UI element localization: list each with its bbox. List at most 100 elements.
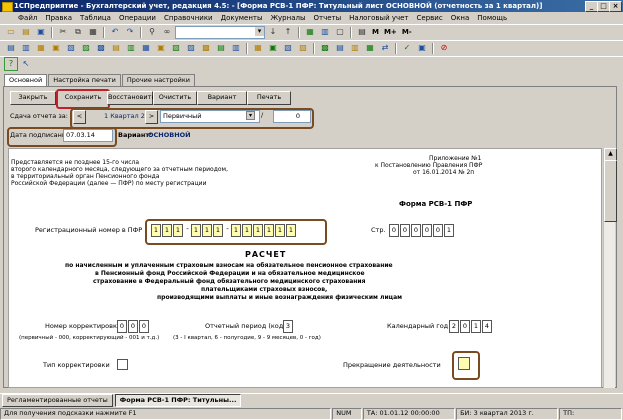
menu-documents[interactable]: Документы xyxy=(217,14,267,22)
find-icon[interactable]: ⚲ xyxy=(145,25,159,39)
menu-help[interactable]: Помощь xyxy=(473,14,511,22)
cash-icon[interactable]: ▧ xyxy=(169,41,183,55)
menu-windows[interactable]: Окна xyxy=(447,14,474,22)
taxes-icon[interactable]: ▧ xyxy=(281,41,295,55)
cards-icon[interactable]: ▤ xyxy=(109,41,123,55)
restore-button[interactable]: Восстановить xyxy=(107,91,155,105)
m-button[interactable]: M xyxy=(370,28,381,36)
memo-icon[interactable]: ▢ xyxy=(333,25,347,39)
search-combo[interactable] xyxy=(175,25,265,39)
menu-file[interactable]: Файл xyxy=(14,14,41,22)
report-type-select[interactable]: Первичный xyxy=(160,110,260,123)
report-period-hint: (3 - I квартал, 6 - полугодие, 9 - 9 мес… xyxy=(173,335,321,341)
window-tabs: Регламентированные отчеты Форма РСВ-1 ПФ… xyxy=(0,393,623,407)
binoculars-icon[interactable]: ∞ xyxy=(160,25,174,39)
close-button[interactable]: Закрыть xyxy=(10,91,56,105)
cut-icon[interactable]: ✂ xyxy=(56,25,70,39)
warehouse-icon[interactable]: ▥ xyxy=(229,41,243,55)
menu-journals[interactable]: Журналы xyxy=(267,14,310,22)
find-next-icon[interactable]: ↓ xyxy=(266,25,280,39)
period-slash: / xyxy=(261,111,264,119)
catalog-icon[interactable]: ▤ xyxy=(4,41,18,55)
status-num: NUM xyxy=(332,407,362,420)
menu-service[interactable]: Сервис xyxy=(413,14,447,22)
sign-date-field[interactable]: 07.03.14 xyxy=(63,129,113,142)
variant-button[interactable]: Вариант xyxy=(197,91,247,105)
notes-icon[interactable]: ▤ xyxy=(333,41,347,55)
menu-reports[interactable]: Отчеты xyxy=(310,14,346,22)
submission-note-line-2: второго календарного месяца, следующего … xyxy=(11,166,228,173)
archive-icon[interactable]: ▥ xyxy=(348,41,362,55)
copy-icon[interactable]: ⧉ xyxy=(71,25,85,39)
save-icon[interactable]: ▣ xyxy=(34,25,48,39)
check-icon[interactable]: ✓ xyxy=(400,41,414,55)
window-title: 1СПредприятие - Бухгалтерский учет, реда… xyxy=(14,2,543,10)
settings-icon[interactable]: ▣ xyxy=(154,41,168,55)
journal-icon[interactable]: ▦ xyxy=(34,41,48,55)
correction-type-box[interactable] xyxy=(117,359,128,370)
print-button[interactable]: Печать xyxy=(247,91,291,105)
exchange-icon[interactable]: ⇄ xyxy=(378,41,392,55)
submission-note-line-4: Российской Федерации (далее — ПФР) по ме… xyxy=(11,180,207,187)
window-tab-regulated-reports[interactable]: Регламентированные отчеты xyxy=(2,393,113,407)
tab-main[interactable]: Основной xyxy=(4,74,48,86)
find-prev-icon[interactable]: ↑ xyxy=(281,25,295,39)
report-type-dropdown-icon[interactable]: ▾ xyxy=(246,111,255,120)
m-minus-button[interactable]: M- xyxy=(400,28,414,36)
menu-table[interactable]: Таблица xyxy=(76,14,115,22)
correction-label: Номер корректировки xyxy=(45,322,122,330)
services-icon[interactable]: ▦ xyxy=(251,41,265,55)
m-plus-button[interactable]: M+ xyxy=(382,28,399,36)
correction-cells[interactable]: 000 xyxy=(117,320,150,333)
report-icon[interactable]: ▨ xyxy=(79,41,93,55)
tab-print-settings[interactable]: Настройка печати xyxy=(48,74,121,86)
stop-icon[interactable]: ⊘ xyxy=(437,41,451,55)
operations-icon[interactable]: ▧ xyxy=(64,41,78,55)
calculator-icon[interactable]: ▥ xyxy=(318,25,332,39)
menu-tax[interactable]: Налоговый учет xyxy=(345,14,412,22)
bank-icon[interactable]: ▨ xyxy=(184,41,198,55)
clear-button[interactable]: Очистить xyxy=(153,91,197,105)
new-icon[interactable]: ▭ xyxy=(4,25,18,39)
documents-icon[interactable]: ▣ xyxy=(49,41,63,55)
document-scrollbar[interactable]: ▲ xyxy=(603,148,617,388)
period-prev-button[interactable]: < xyxy=(73,110,86,124)
menu-operations[interactable]: Операции xyxy=(115,14,160,22)
help-icon[interactable]: ? xyxy=(4,56,18,71)
sales-icon[interactable]: ▤ xyxy=(214,41,228,55)
menu-catalogs[interactable]: Справочники xyxy=(160,14,217,22)
toolbar-accounting: ▤ ▥ ▦ ▣ ▧ ▨ ▩ ▤ ▥ ▦ ▣ ▧ ▨ ▩ ▤ ▥ ▦ ▣ ▧ ▨ … xyxy=(0,40,623,55)
paste-icon[interactable]: ▦ xyxy=(86,25,100,39)
correction-number-field[interactable]: 0 xyxy=(273,110,311,123)
period-next-button[interactable]: > xyxy=(145,110,158,124)
calendar-icon[interactable]: ▦ xyxy=(303,25,317,39)
year-cells[interactable]: 2014 xyxy=(449,320,493,333)
open-icon[interactable]: ▤ xyxy=(19,25,33,39)
termination-box[interactable] xyxy=(458,357,470,370)
undo-icon[interactable]: ↶ xyxy=(108,25,122,39)
report-period-label: Отчетный период (код) xyxy=(205,322,286,330)
font-icon[interactable]: ▤ xyxy=(355,25,369,39)
monitor-icon[interactable]: ▦ xyxy=(363,41,377,55)
chart-of-accounts-icon[interactable]: ▥ xyxy=(19,41,33,55)
close-window-button[interactable]: × xyxy=(609,1,622,12)
turnover-icon[interactable]: ▦ xyxy=(139,41,153,55)
report-period-cell[interactable]: 3 xyxy=(283,320,294,333)
save-button[interactable]: Сохранить xyxy=(56,89,110,109)
calc-line-5: производящими выплаты и иные вознагражде… xyxy=(157,294,403,301)
assets-icon[interactable]: ▨ xyxy=(296,41,310,55)
window-tab-rsv1-form[interactable]: Форма РСВ-1 ПФР: Титульны... xyxy=(114,393,242,407)
purchase-icon[interactable]: ▩ xyxy=(199,41,213,55)
status-tp: ТП: xyxy=(559,407,622,420)
book-icon[interactable]: ▩ xyxy=(318,41,332,55)
scroll-thumb[interactable] xyxy=(604,160,617,222)
tab-other-settings[interactable]: Прочие настройки xyxy=(121,74,196,86)
balance-icon[interactable]: ▩ xyxy=(94,41,108,55)
analysis-icon[interactable]: ▥ xyxy=(124,41,138,55)
redo-icon[interactable]: ↷ xyxy=(123,25,137,39)
reg-number-cells[interactable]: 111-111-111111 xyxy=(151,224,297,237)
menu-edit[interactable]: Правка xyxy=(41,14,76,22)
payroll-icon[interactable]: ▣ xyxy=(266,41,280,55)
context-help-icon[interactable]: ↖ xyxy=(19,57,33,71)
dictionary-icon[interactable]: ▣ xyxy=(415,41,429,55)
